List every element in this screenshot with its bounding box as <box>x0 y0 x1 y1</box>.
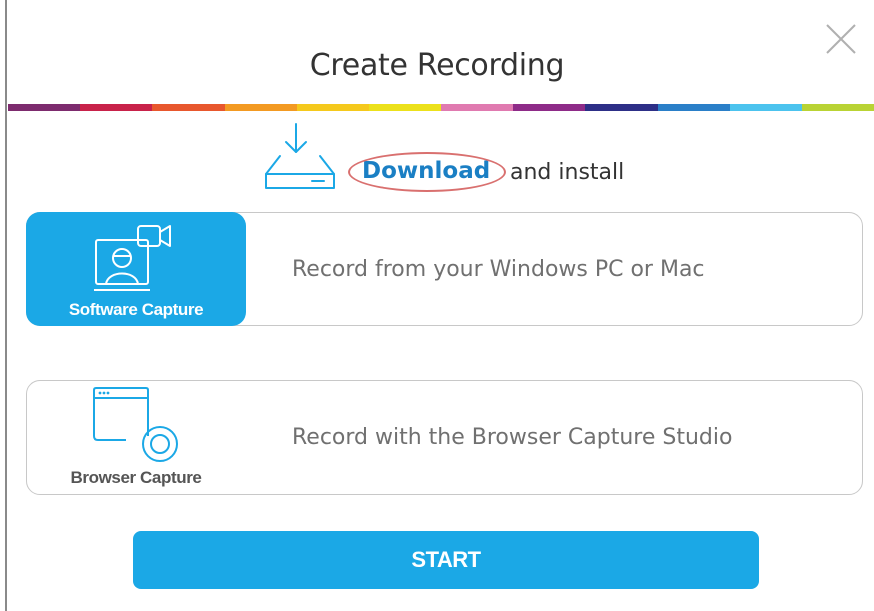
dialog-title: Create Recording <box>309 48 565 83</box>
browser-record-icon <box>93 387 178 462</box>
browser-capture-option[interactable]: Browser Capture Record with the Browser … <box>26 380 863 495</box>
browser-capture-description: Record with the Browser Capture Studio <box>292 425 733 450</box>
browser-capture-tile[interactable]: Browser Capture <box>26 380 246 494</box>
rainbow-segment <box>801 104 874 111</box>
rainbow-segment <box>368 104 442 111</box>
software-capture-description: Record from your Windows PC or Mac <box>292 256 705 282</box>
rainbow-segment <box>657 104 730 111</box>
rainbow-segment <box>80 104 153 111</box>
rainbow-segment <box>224 104 297 111</box>
webcam-presenter-icon <box>94 225 171 291</box>
software-capture-tile[interactable]: Software Capture <box>26 212 246 326</box>
download-link[interactable]: Download <box>362 158 490 184</box>
rainbow-segment <box>513 104 586 111</box>
software-capture-label: Software Capture <box>68 300 204 319</box>
rainbow-segment <box>729 104 802 111</box>
rainbow-divider <box>8 104 874 111</box>
rainbow-segment <box>152 104 225 111</box>
browser-capture-label: Browser Capture <box>70 468 202 487</box>
start-button[interactable]: START <box>133 531 759 589</box>
rainbow-segment <box>8 104 81 111</box>
download-tray-icon <box>265 123 335 189</box>
rainbow-segment <box>296 104 369 111</box>
software-capture-option[interactable]: Software Capture Record from your Window… <box>26 212 863 326</box>
rainbow-segment <box>585 104 658 111</box>
window-edge <box>5 0 7 611</box>
download-install-text: and install <box>510 160 625 185</box>
rainbow-segment <box>441 104 514 111</box>
